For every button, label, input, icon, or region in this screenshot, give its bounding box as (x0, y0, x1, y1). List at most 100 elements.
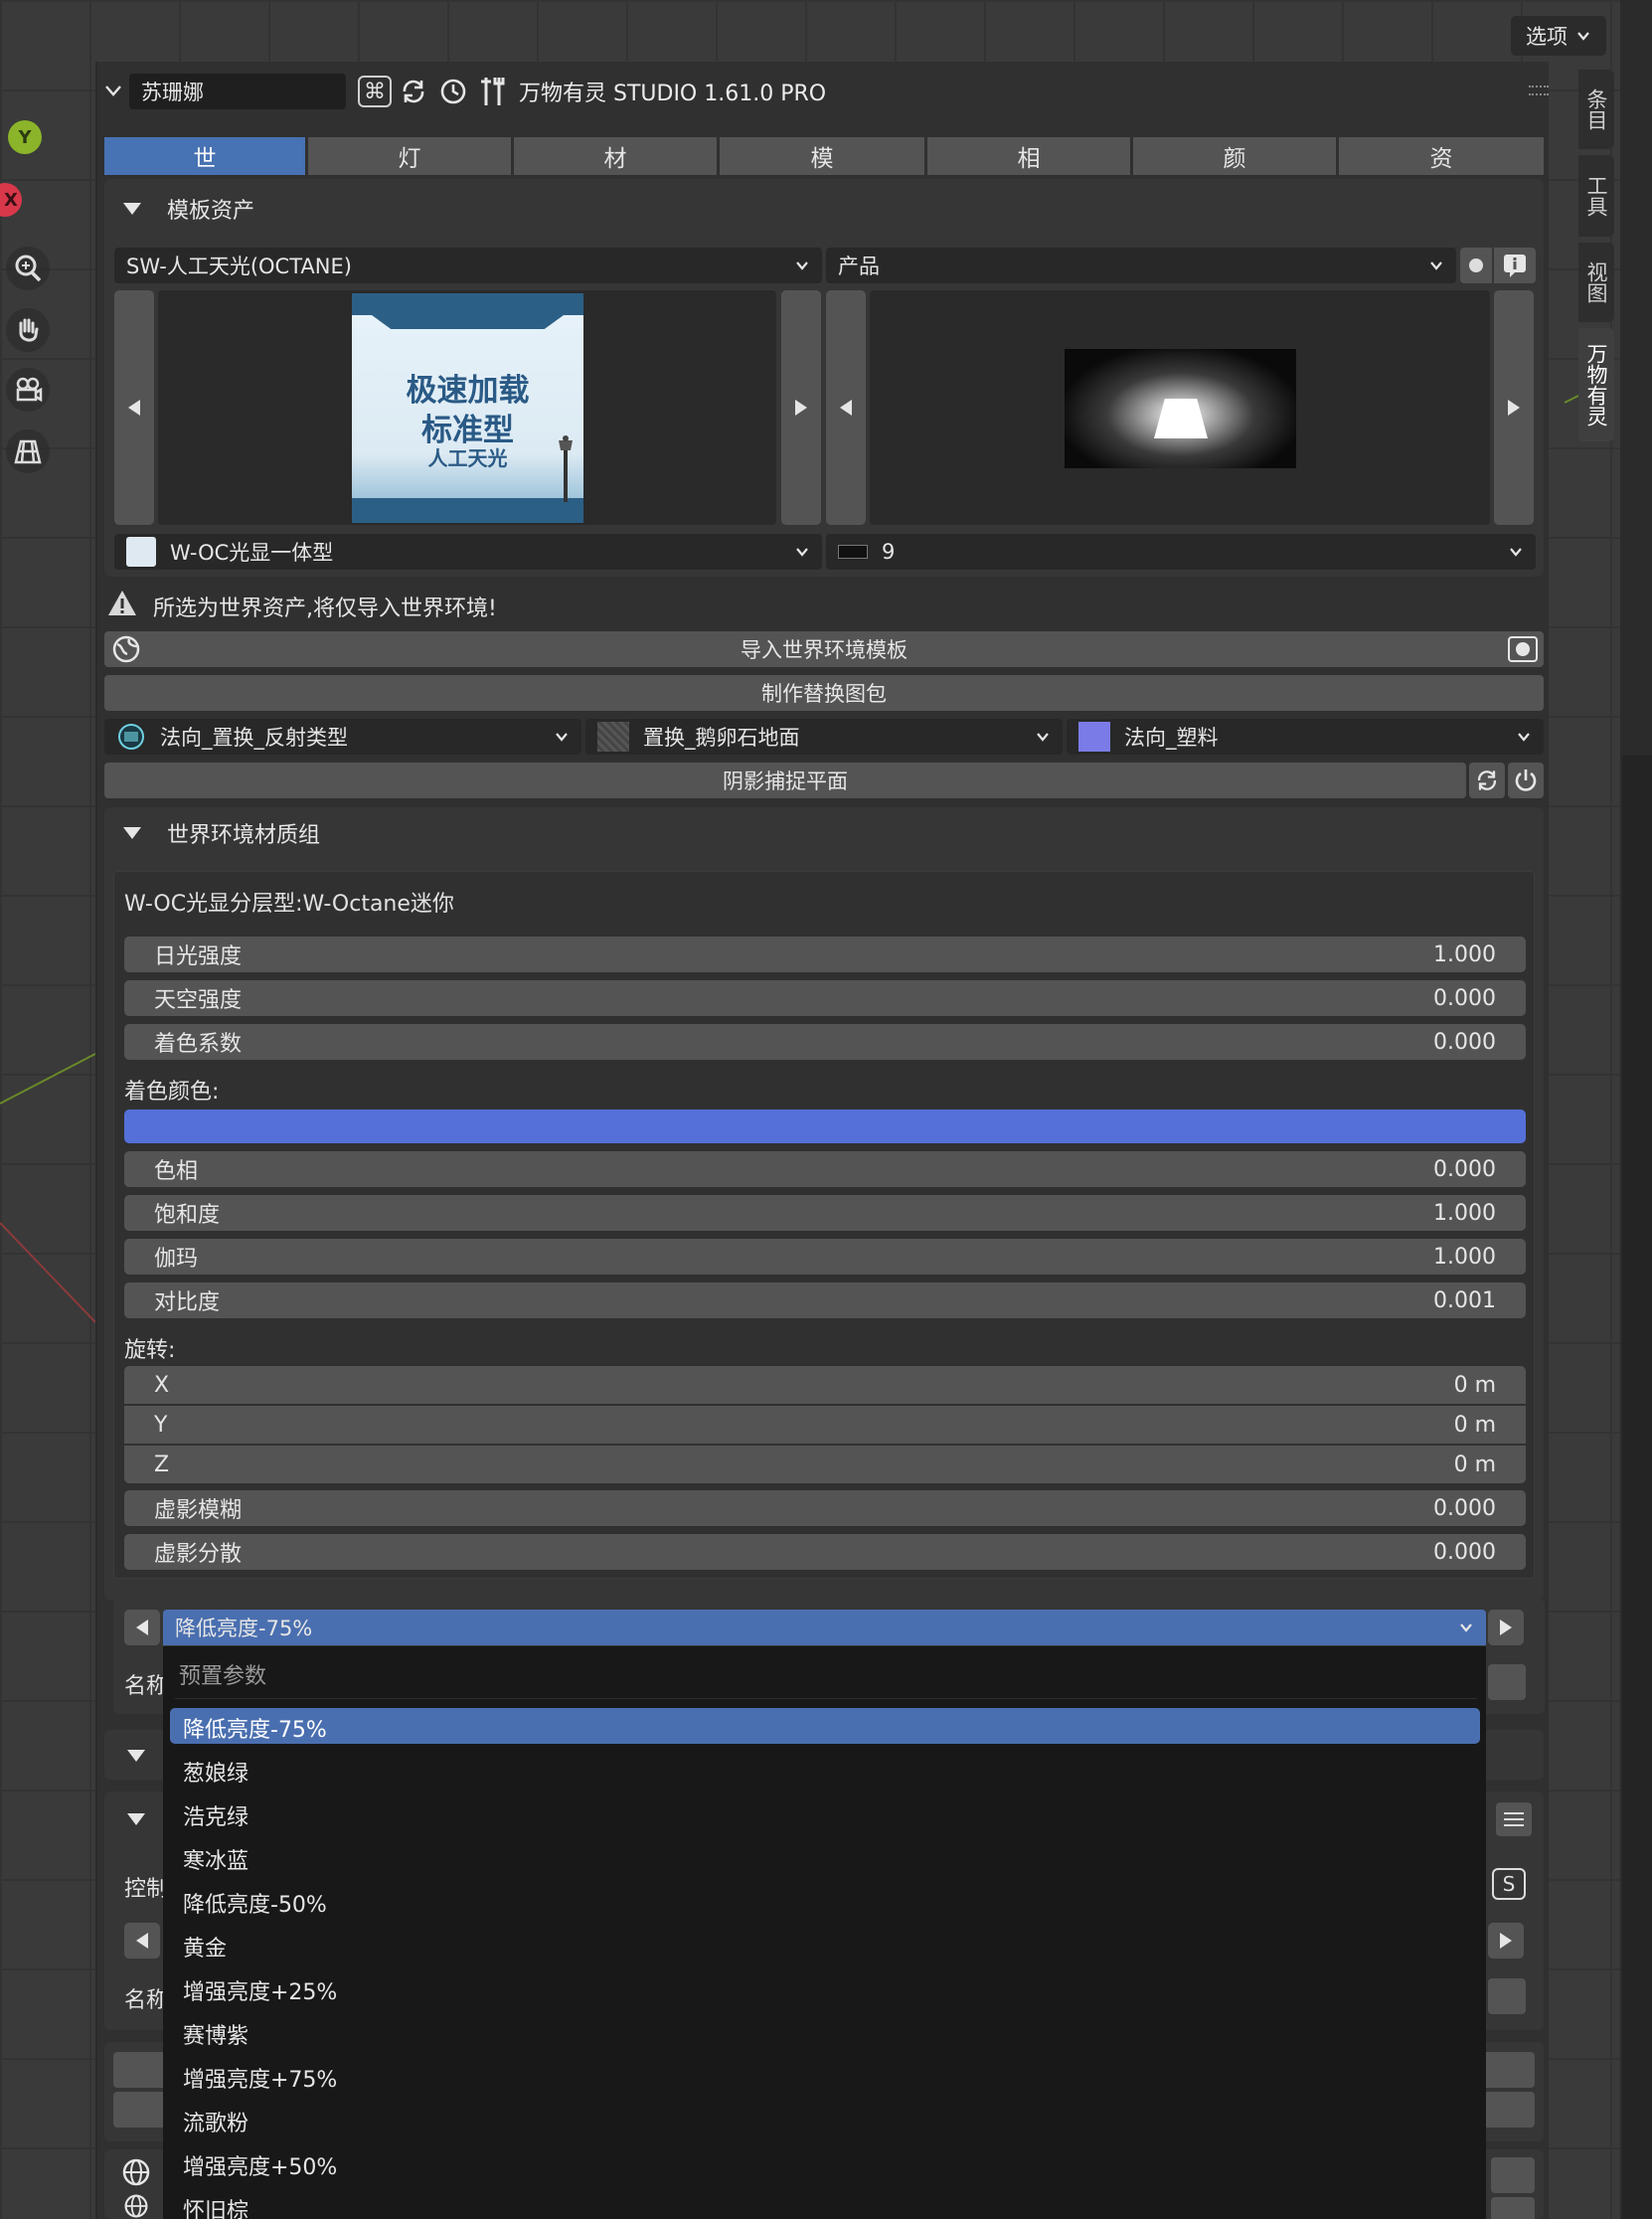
template-thumbnail[interactable]: 极速加载 标准型 人工天光 (352, 293, 583, 523)
options-dropdown[interactable]: 选项 (1511, 16, 1606, 56)
ghost-blur-field[interactable]: 虚影模糊 0.000 (124, 1490, 1526, 1526)
menu-item[interactable]: 赛博紫 (183, 2018, 248, 2050)
shadow-power-button[interactable] (1508, 763, 1544, 798)
sky-intensity-field[interactable]: 天空强度 0.000 (124, 980, 1526, 1016)
contrast-field[interactable]: 对比度 0.001 (124, 1282, 1526, 1318)
command-icon[interactable]: ⌘ (358, 76, 392, 107)
menu-item[interactable]: 流歌粉 (183, 2106, 248, 2137)
menu-item[interactable]: 增强亮度+75% (183, 2062, 337, 2094)
refresh-icon[interactable] (398, 76, 429, 107)
plastic-swatch-icon (1078, 722, 1110, 752)
saturation-field[interactable]: 饱和度 1.000 (124, 1195, 1526, 1231)
tab-assets[interactable]: 资 (1339, 137, 1544, 175)
world-material-header[interactable]: 世界环境材质组 (123, 811, 320, 855)
tab-material[interactable]: 材 (514, 137, 717, 175)
side-tab-wanwu[interactable]: 万物有灵 (1578, 328, 1614, 441)
hue-field[interactable]: 色相 0.000 (124, 1151, 1526, 1187)
prev-hdri-button[interactable] (826, 290, 866, 525)
lower-side-field-1[interactable] (1491, 2157, 1535, 2193)
collapse-chevron-icon[interactable] (103, 84, 123, 97)
list-menu-button[interactable] (1496, 1802, 1532, 1836)
control-next-button[interactable] (1488, 1923, 1524, 1959)
next-hdri-button[interactable] (1494, 290, 1534, 525)
next-template-button[interactable] (781, 290, 821, 525)
preset-name-field-end[interactable] (1488, 1664, 1526, 1700)
camera-lens-icon (1516, 642, 1530, 656)
zoom-tool-button[interactable] (6, 247, 50, 290)
scene-type-dropdown[interactable]: 产品 (826, 248, 1456, 283)
globe-grid-icon[interactable] (121, 2157, 151, 2187)
object-name-field[interactable]: 苏珊娜 (129, 74, 346, 109)
grid-tool-button[interactable] (6, 429, 50, 473)
field-label: Z (154, 1451, 170, 1477)
tab-color[interactable]: 颜 (1133, 137, 1336, 175)
menu-separator (175, 1698, 1477, 1699)
right-asset-dropdown[interactable]: 9 (826, 534, 1536, 570)
tools-icon[interactable] (477, 74, 509, 109)
side-tab-view[interactable]: 视图 (1578, 243, 1614, 322)
material-slot-3[interactable]: 法向_塑料 (1067, 719, 1544, 755)
history-icon[interactable] (437, 76, 469, 107)
tab-model[interactable]: 模 (720, 137, 924, 175)
control-name-label: 名称 (124, 1988, 169, 2013)
menu-item[interactable]: 降低亮度-75% (183, 1712, 327, 1744)
rotation-z-field[interactable]: Z 0 m (124, 1446, 1526, 1483)
menu-item[interactable]: 增强亮度+25% (183, 1974, 337, 2006)
tab-material-label: 材 (603, 146, 627, 172)
drag-handle-icon[interactable] (1529, 85, 1549, 95)
menu-item[interactable]: 增强亮度+50% (183, 2149, 337, 2181)
tint-color-swatch[interactable] (124, 1110, 1526, 1143)
preset-prev-button[interactable] (124, 1610, 160, 1645)
tab-camera[interactable]: 相 (927, 137, 1130, 175)
globe-grid-icon[interactable] (121, 2193, 151, 2219)
rotation-x-field[interactable]: X 0 m (124, 1366, 1526, 1404)
preset-next-button[interactable] (1488, 1610, 1524, 1645)
arrow-left-icon (840, 400, 852, 416)
side-tab-item[interactable]: 条目 (1578, 70, 1614, 149)
control-prev-button[interactable] (124, 1923, 160, 1959)
shadow-catcher-button[interactable]: 阴影捕捉平面 (104, 763, 1466, 798)
prev-template-button[interactable] (114, 290, 154, 525)
left-asset-dropdown[interactable]: W-OC光显一体型 (114, 534, 822, 570)
menu-item[interactable]: 寒冰蓝 (183, 1843, 248, 1875)
template-assets-header[interactable]: 模板资产 (123, 187, 254, 231)
preset-dropdown[interactable]: 降低亮度-75% (163, 1610, 1486, 1645)
screenshot-button[interactable] (1508, 636, 1538, 662)
tint-factor-field[interactable]: 着色系数 0.000 (124, 1024, 1526, 1060)
gamma-field[interactable]: 伽玛 1.000 (124, 1239, 1526, 1275)
import-world-template-button[interactable]: 导入世界环境模板 (104, 631, 1544, 667)
expand-triangle-icon[interactable] (127, 1750, 145, 1762)
info-button[interactable] (1494, 248, 1536, 283)
shadow-refresh-button[interactable] (1469, 763, 1505, 798)
side-tab-tool[interactable]: 工具 (1578, 155, 1614, 237)
side-tab-item-label: 条目 (1584, 88, 1608, 130)
ghost-spread-field[interactable]: 虚影分散 0.000 (124, 1534, 1526, 1570)
zoom-icon (15, 255, 42, 282)
material-slot-2[interactable]: 置换_鹅卵石地面 (585, 719, 1063, 755)
thumb-bottom-band (352, 498, 583, 523)
rotation-y-field[interactable]: Y 0 m (124, 1406, 1526, 1444)
menu-item[interactable]: 黄金 (183, 1931, 227, 1963)
material-slot-1[interactable]: 法向_置换_反射类型 (104, 719, 581, 755)
tab-light[interactable]: 灯 (308, 137, 511, 175)
tab-world[interactable]: 世 (104, 137, 305, 175)
menu-item[interactable]: 降低亮度-50% (183, 1887, 327, 1919)
expand-triangle-icon[interactable] (127, 1813, 145, 1825)
make-replace-pack-button[interactable]: 制作替换图包 (104, 675, 1544, 711)
field-label: 色相 (154, 1159, 199, 1184)
pan-tool-button[interactable] (6, 308, 50, 352)
gizmo-y-axis[interactable]: Y (8, 120, 42, 154)
menu-item[interactable]: 浩克绿 (183, 1799, 248, 1831)
camera-tool-button[interactable] (6, 368, 50, 412)
s-key-icon[interactable]: S (1492, 1868, 1526, 1900)
record-button[interactable] (1460, 248, 1492, 283)
chevron-down-icon (556, 733, 568, 742)
template-category-dropdown[interactable]: SW-人工天光(OCTANE) (114, 248, 822, 283)
lower-side-field-2[interactable] (1491, 2197, 1535, 2219)
menu-item[interactable]: 怀旧棕 (183, 2193, 248, 2219)
hdri-thumbnail[interactable] (1065, 349, 1296, 468)
menu-item[interactable]: 葱娘绿 (183, 1756, 248, 1788)
material-slot-3-value: 法向_塑料 (1124, 726, 1219, 750)
control-name-field-end[interactable] (1488, 1978, 1526, 2014)
sun-intensity-field[interactable]: 日光强度 1.000 (124, 937, 1526, 972)
